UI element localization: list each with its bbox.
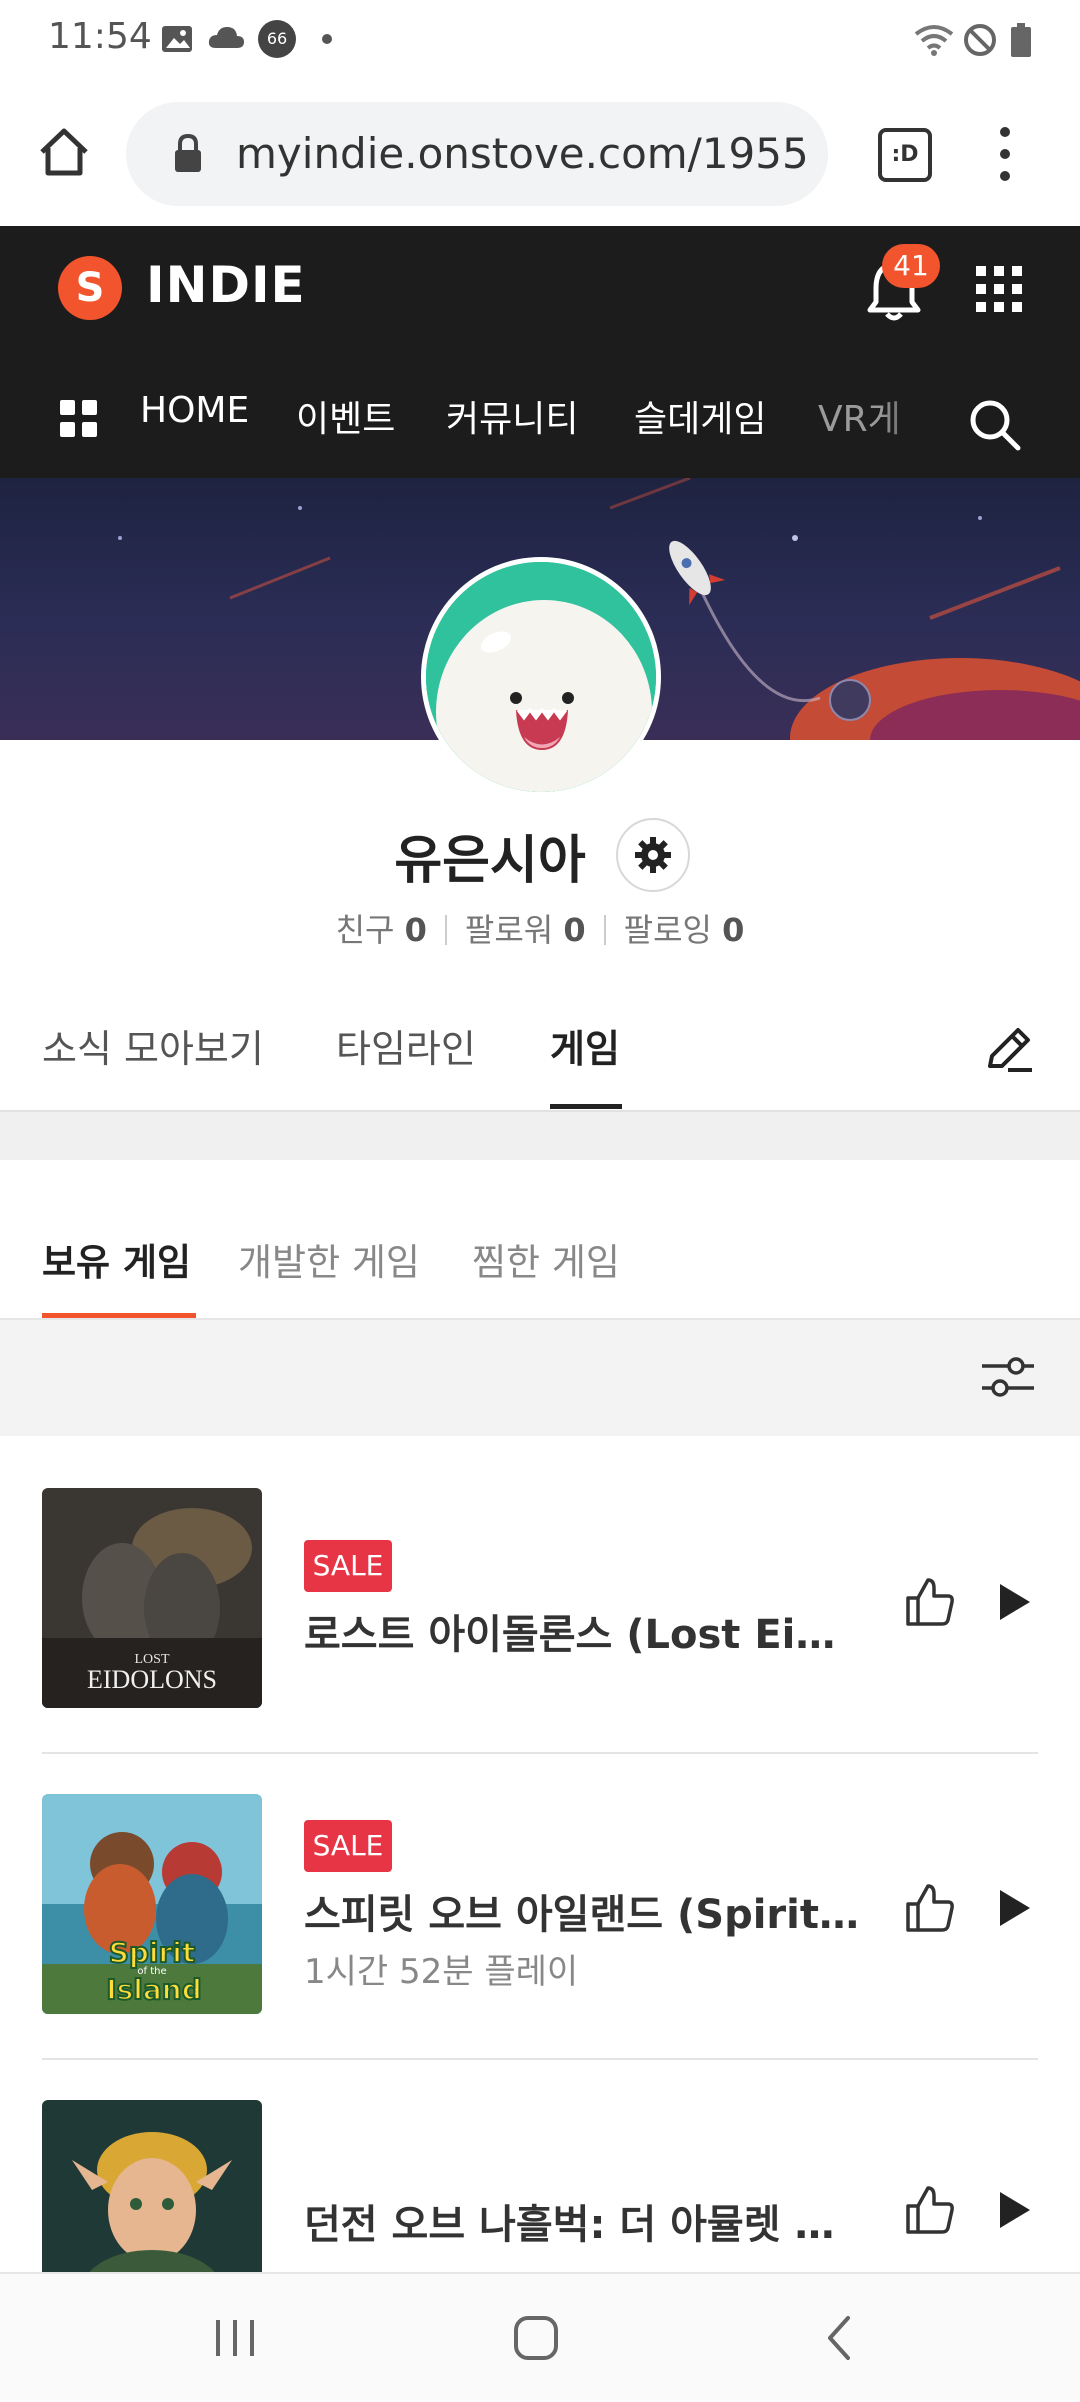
profile-name-text: 유은시아: [394, 831, 586, 891]
thumbs-up-icon[interactable]: [904, 1882, 956, 1934]
tab-switcher-button[interactable]: :D: [878, 128, 932, 182]
system-nav-bar: [0, 2272, 1080, 2402]
nav-community[interactable]: 커뮤니티: [446, 390, 578, 442]
url-text: myindie.onstove.com/1955: [236, 129, 809, 178]
play-icon[interactable]: [996, 1888, 1032, 1928]
subtab-developed-games[interactable]: 개발한 게임: [238, 1232, 420, 1286]
category-menu-icon[interactable]: [58, 398, 100, 440]
game-thumbnail[interactable]: [42, 2100, 262, 2272]
cover-title-spirit: Spirit: [109, 1936, 196, 1969]
play-time: 1시간 52분 플레이: [304, 1952, 579, 1992]
edit-pencil-icon[interactable]: [982, 1022, 1036, 1076]
game-list-item[interactable]: LOST EIDOLONS SALE 로스트 아이돌론스 (Lost Eidol…: [42, 1448, 1038, 1754]
gallery-icon: [162, 26, 192, 52]
battery-icon: [1011, 23, 1031, 57]
profile-settings-button[interactable]: [616, 818, 690, 892]
friends-stat[interactable]: 친구 0: [336, 911, 427, 949]
play-icon[interactable]: [996, 1582, 1032, 1622]
tab-games[interactable]: 게임: [550, 1018, 620, 1073]
filter-bar: [0, 1320, 1080, 1436]
home-icon[interactable]: [36, 124, 92, 180]
friends-label: 친구: [335, 911, 395, 949]
active-tab-indicator: [550, 1104, 622, 1109]
gear-icon: [635, 837, 671, 873]
play-icon[interactable]: [996, 2190, 1032, 2230]
stove-logo[interactable]: S: [58, 256, 122, 320]
nav-fade: [880, 376, 950, 466]
main-nav: HOME 이벤트 커뮤니티 슬데게임 VR게: [0, 356, 1080, 478]
cover-title-large: EIDOLONS: [87, 1665, 217, 1694]
following-label: 팔로잉: [623, 911, 712, 949]
section-divider: [0, 1110, 1080, 1160]
lost-eidolons-cover-image: LOST EIDOLONS: [42, 1488, 262, 1708]
friends-count: 0: [404, 911, 427, 949]
profile-name: 유은시아: [0, 818, 1080, 893]
stat-divider: [444, 915, 447, 945]
tab-news-feed[interactable]: 소식 모아보기: [42, 1018, 264, 1073]
spirit-island-cover-image: Spirit of the Island: [42, 1794, 262, 2014]
tab-timeline[interactable]: 타임라인: [336, 1018, 476, 1073]
notification-count-icon: 66: [258, 20, 296, 58]
profile-stats: 친구 0 팔로워 0 팔로잉 0: [0, 905, 1080, 951]
dungeon-of-naheulbeuk-cover-image: [42, 2100, 262, 2272]
game-list-item[interactable]: Spirit of the Island SALE 스피릿 오브 아일랜드 (S…: [42, 1754, 1038, 2060]
nav-event[interactable]: 이벤트: [296, 390, 395, 442]
profile-avatar[interactable]: [426, 562, 656, 792]
game-title[interactable]: 로스트 아이돌론스 (Lost Eidolons): [304, 1602, 860, 1660]
search-icon[interactable]: [966, 396, 1022, 452]
back-icon[interactable]: [818, 2312, 858, 2364]
followers-stat[interactable]: 팔로워 0: [465, 911, 586, 949]
thumbs-up-icon[interactable]: [904, 1576, 956, 1628]
game-title[interactable]: 던전 오브 나흘벅: 더 아뮬렛 오브 카오스: [304, 2192, 860, 2250]
lock-icon: [175, 133, 201, 172]
followers-label: 팔로워: [464, 911, 554, 949]
game-title[interactable]: 스피릿 오브 아일랜드 (Spirit of the Island): [304, 1882, 860, 1940]
cover-title-island: Island: [106, 1973, 202, 2006]
subtab-wishlist-games[interactable]: 찜한 게임: [472, 1232, 620, 1286]
following-count: 0: [722, 911, 745, 949]
recent-apps-icon[interactable]: [210, 2314, 260, 2362]
game-thumbnail[interactable]: Spirit of the Island: [42, 1794, 262, 2014]
indie-logo-text[interactable]: INDIE: [146, 256, 306, 314]
stat-divider: [603, 915, 606, 945]
nav-sale-games[interactable]: 슬데게임: [634, 390, 766, 442]
address-bar[interactable]: myindie.onstove.com/1955: [126, 102, 828, 206]
subtab-owned-games[interactable]: 보유 게임: [42, 1232, 191, 1286]
do-not-disturb-icon: [964, 24, 996, 56]
avatar-character-image: [426, 562, 656, 792]
sale-badge: SALE: [304, 1540, 392, 1592]
game-list-item[interactable]: 던전 오브 나흘벅: 더 아뮬렛 오브 카오스: [42, 2060, 1038, 2272]
thumbs-up-icon[interactable]: [904, 2184, 956, 2236]
more-notifications-dot: [322, 34, 332, 44]
cloud-icon: [208, 27, 244, 48]
notification-badge: 41: [882, 244, 940, 288]
filter-sliders-icon[interactable]: [980, 1352, 1036, 1402]
status-time: 11:54: [48, 16, 152, 57]
following-stat[interactable]: 팔로잉 0: [624, 911, 745, 949]
menu-more-icon[interactable]: [990, 122, 1020, 186]
game-thumbnail[interactable]: LOST EIDOLONS: [42, 1488, 262, 1708]
home-button-icon[interactable]: [510, 2312, 562, 2364]
status-bar: 11:54 66: [0, 0, 1080, 80]
apps-grid-icon[interactable]: [974, 264, 1024, 314]
nav-home[interactable]: HOME: [140, 390, 249, 431]
sale-badge: SALE: [304, 1820, 392, 1872]
wifi-icon: [914, 25, 954, 56]
site-header: S INDIE 41 HOME 이벤트 커뮤니티 슬데게임 VR게: [0, 226, 1080, 478]
browser-toolbar: myindie.onstove.com/1955 :D: [0, 80, 1080, 226]
followers-count: 0: [563, 911, 586, 949]
